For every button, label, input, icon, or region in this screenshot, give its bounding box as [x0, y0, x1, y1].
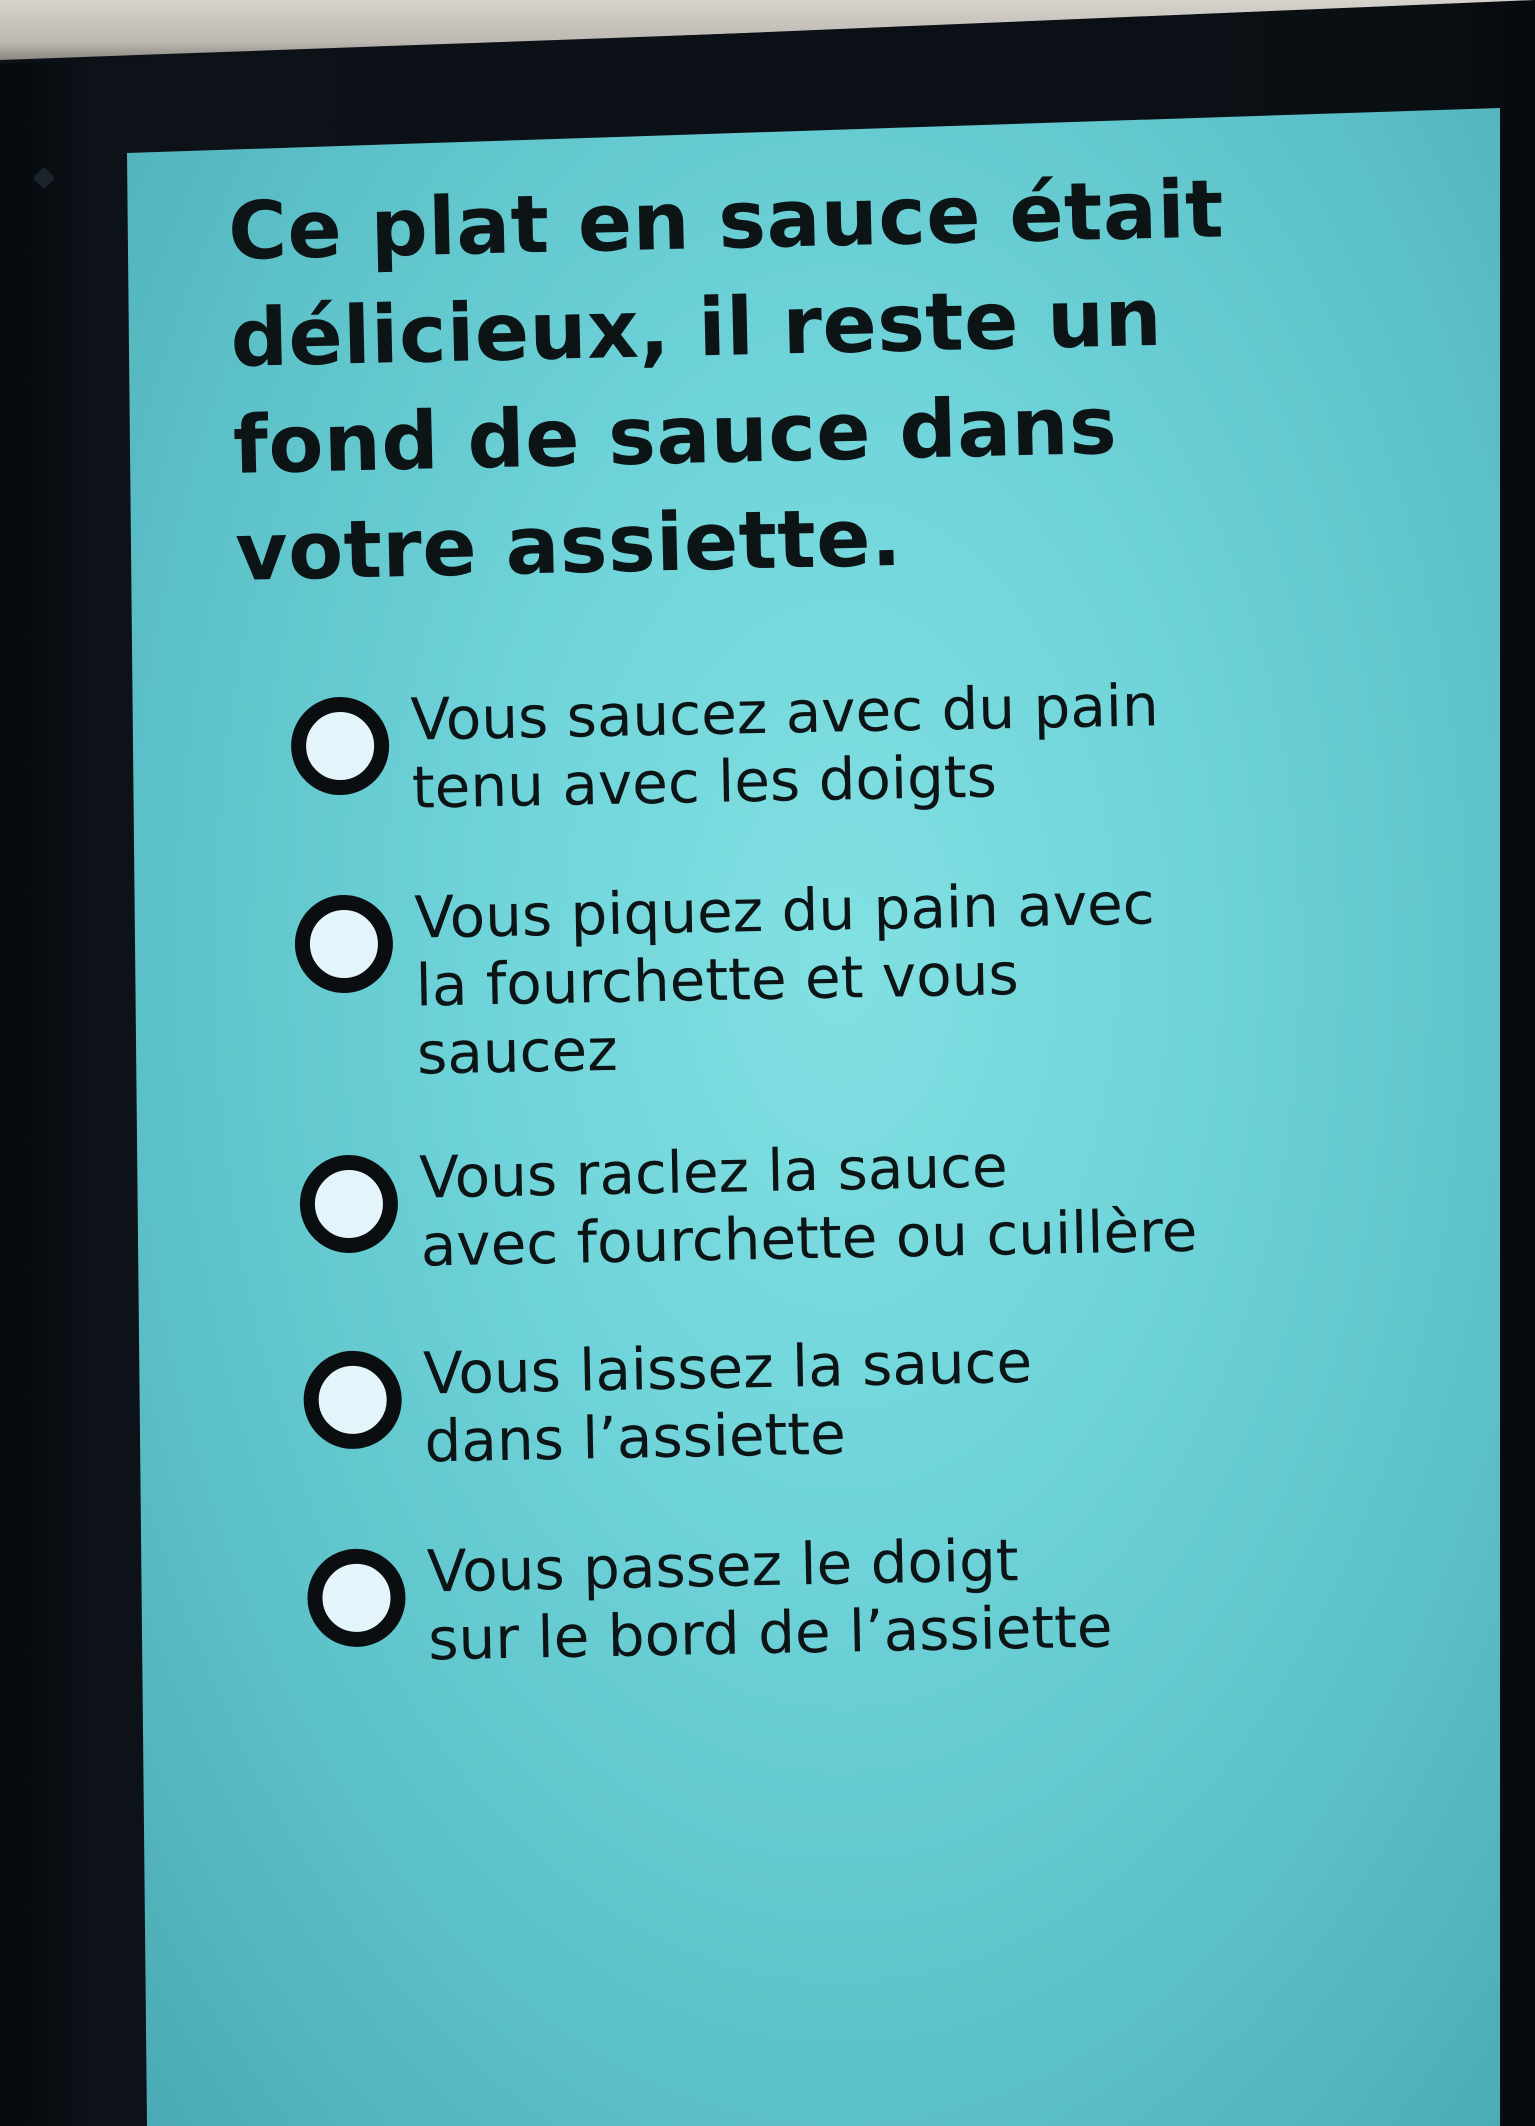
radio-button[interactable]: [290, 696, 391, 796]
option-bread-fingers[interactable]: Vous saucez avec du pain tenu avec les d…: [290, 667, 1392, 824]
option-scrape-sauce[interactable]: Vous raclez la sauce avec fourchette ou …: [298, 1125, 1401, 1282]
option-bread-fork[interactable]: Vous piquez du pain avec la fourchette e…: [293, 865, 1398, 1090]
option-label: Vous saucez avec du pain tenu avec les d…: [409, 671, 1160, 822]
option-label: Vous passez le doigt sur le bord de l’as…: [426, 1526, 1114, 1674]
option-leave-sauce[interactable]: Vous laissez la sauce dans l’assiette: [302, 1321, 1405, 1478]
answer-options: Vous saucez avec du pain tenu avec les d…: [290, 667, 1409, 1676]
option-label: Vous raclez la sauce avec fourchette ou …: [418, 1132, 1198, 1280]
radio-button[interactable]: [293, 894, 394, 994]
option-label: Vous piquez du pain avec la fourchette e…: [413, 869, 1156, 1088]
question-title: Ce plat en sauce était délicieux, il res…: [227, 162, 1225, 599]
radio-button[interactable]: [298, 1154, 399, 1254]
option-label: Vous laissez la sauce dans l’assiette: [422, 1327, 1033, 1476]
option-finger-plate[interactable]: Vous passez le doigt sur le bord de l’as…: [306, 1519, 1408, 1676]
bezel-reflection: [32, 166, 56, 190]
radio-button[interactable]: [302, 1349, 403, 1450]
radio-button[interactable]: [306, 1547, 407, 1648]
touch-screen: Ce plat en sauce était délicieux, il res…: [127, 108, 1500, 2126]
